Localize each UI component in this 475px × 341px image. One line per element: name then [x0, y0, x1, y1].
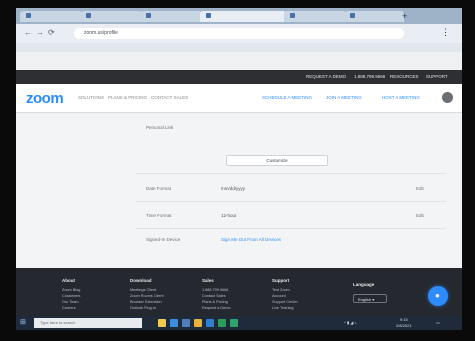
resources-link[interactable]: RESOURCES — [390, 73, 419, 81]
edit-time-format-button[interactable]: Edit — [416, 213, 424, 218]
zoom-logo[interactable]: zoom — [26, 90, 64, 107]
divider — [136, 228, 446, 229]
site-footer: About Zoom Blog Customers Our Team Caree… — [16, 268, 462, 316]
zoom-nav: zoom SOLUTIONS PLANS & PRICING CONTACT S… — [16, 84, 462, 113]
tab-favicon-icon — [350, 13, 355, 19]
tab-favicon-icon — [290, 13, 295, 19]
nav-plans-pricing[interactable]: PLANS & PRICING — [108, 95, 147, 100]
footer-link[interactable]: Account — [272, 294, 286, 298]
footer-link[interactable]: Outlook Plug-in — [130, 306, 156, 310]
forward-button[interactable]: → — [36, 28, 44, 38]
footer-link[interactable]: Test Zoom — [272, 288, 290, 292]
taskbar-clock-date[interactable]: 2/8/2021 — [396, 323, 412, 329]
reload-button[interactable]: ⟳ — [48, 28, 55, 38]
profile-content: Personal Link Customize Date Format mm/d… — [16, 113, 462, 268]
date-format-label: Date Format — [146, 186, 172, 191]
monitor-bezel: + ← → ⟳ zoom.us/profile ⋮ REQUEST A DEMO… — [0, 0, 475, 341]
windows-start-icon[interactable]: ⊞ — [20, 319, 26, 327]
tab-favicon-icon — [86, 13, 91, 19]
system-tray-icons[interactable]: ^ ▮ ◢ ♪ — [344, 320, 357, 326]
divider — [136, 201, 446, 202]
address-bar-row: ← → ⟳ zoom.us/profile ⋮ — [16, 24, 462, 43]
windows-taskbar: ⊞ Type here to search ^ ▮ ◢ ♪ 9:15 2/8/2… — [16, 316, 462, 330]
chrome-icon[interactable] — [194, 319, 202, 327]
time-format-value: 12-hour — [221, 213, 237, 218]
sign-out-all-link[interactable]: Sign Me Out From All Devices — [221, 237, 281, 242]
personal-link-label: Personal Link — [146, 125, 174, 130]
new-tab-button[interactable]: + — [402, 11, 407, 21]
footer-heading-sales: Sales — [202, 278, 214, 283]
back-button[interactable]: ← — [24, 28, 32, 38]
mail-icon[interactable] — [170, 319, 178, 327]
footer-link[interactable]: Plans & Pricing — [202, 300, 228, 304]
footer-link[interactable]: Careers — [62, 306, 76, 310]
footer-heading-download: Download — [130, 278, 152, 283]
footer-heading-about: About — [62, 278, 75, 283]
footer-link[interactable]: Browser Extension — [130, 300, 162, 304]
tab-favicon-icon — [146, 13, 151, 19]
footer-link[interactable]: Meetings Client — [130, 288, 156, 292]
footer-heading-language: Language — [353, 282, 375, 287]
tab-strip: + — [16, 8, 462, 24]
word-icon[interactable] — [206, 319, 214, 327]
avatar[interactable] — [442, 92, 453, 103]
footer-link[interactable]: Customers — [62, 294, 80, 298]
edit-date-format-button[interactable]: Edit — [416, 186, 424, 191]
app-icon[interactable] — [230, 319, 238, 327]
footer-link[interactable]: Request a Demo — [202, 306, 231, 310]
footer-link[interactable]: Support Center — [272, 300, 298, 304]
footer-heading-support: Support — [272, 278, 290, 283]
browser-tab-active[interactable] — [200, 11, 286, 22]
notifications-icon[interactable]: ▭ — [436, 320, 440, 326]
browser-tab[interactable] — [80, 11, 142, 22]
chat-help-button[interactable]: ● — [428, 286, 448, 306]
support-link[interactable]: SUPPORT — [426, 73, 448, 81]
taskbar-search-input[interactable]: Type here to search — [34, 318, 142, 328]
browser-menu-icon[interactable]: ⋮ — [441, 27, 450, 38]
browser-tab[interactable] — [344, 11, 404, 22]
browser-window: + ← → ⟳ zoom.us/profile ⋮ REQUEST A DEMO… — [16, 8, 462, 330]
file-explorer-icon[interactable] — [158, 319, 166, 327]
browser-tab[interactable] — [140, 11, 202, 22]
tab-favicon-icon — [26, 13, 31, 19]
language-select[interactable]: English ▾ — [353, 294, 387, 303]
nav-contact-sales[interactable]: CONTACT SALES — [151, 95, 188, 100]
phone-link[interactable]: 1.888.799.9666 — [354, 73, 385, 81]
browser-tab[interactable] — [284, 11, 346, 22]
signed-in-device-label: Signed-In Device — [146, 237, 181, 242]
zoom-top-bar: REQUEST A DEMO 1.888.799.9666 RESOURCES … — [16, 70, 462, 84]
nav-schedule-meeting[interactable]: SCHEDULE A MEETING — [262, 95, 312, 100]
nav-solutions[interactable]: SOLUTIONS — [78, 95, 104, 100]
divider — [136, 173, 446, 174]
url-input[interactable]: zoom.us/profile — [74, 28, 404, 39]
chat-icon: ● — [435, 291, 440, 300]
footer-link[interactable]: Zoom Rooms Client — [130, 294, 164, 298]
footer-link[interactable]: Live Training — [272, 306, 294, 310]
footer-link[interactable]: Zoom Blog — [62, 288, 80, 292]
time-format-label: Time Format — [146, 213, 172, 218]
customize-button[interactable]: Customize — [226, 155, 328, 166]
nav-join-meeting[interactable]: JOIN A MEETING — [326, 95, 362, 100]
browser-tab[interactable] — [20, 11, 82, 22]
store-icon[interactable] — [182, 319, 190, 327]
footer-link[interactable]: Contact Sales — [202, 294, 226, 298]
excel-icon[interactable] — [218, 319, 226, 327]
request-demo-link[interactable]: REQUEST A DEMO — [306, 73, 346, 81]
footer-link[interactable]: Our Team — [62, 300, 79, 304]
footer-link[interactable]: 1.888.799.9666 — [202, 288, 228, 292]
bookmarks-bar — [16, 43, 462, 52]
nav-host-meeting[interactable]: HOST A MEETING — [382, 95, 420, 100]
date-format-value: mm/dd/yyyy — [221, 186, 246, 191]
tab-favicon-icon — [206, 13, 211, 19]
